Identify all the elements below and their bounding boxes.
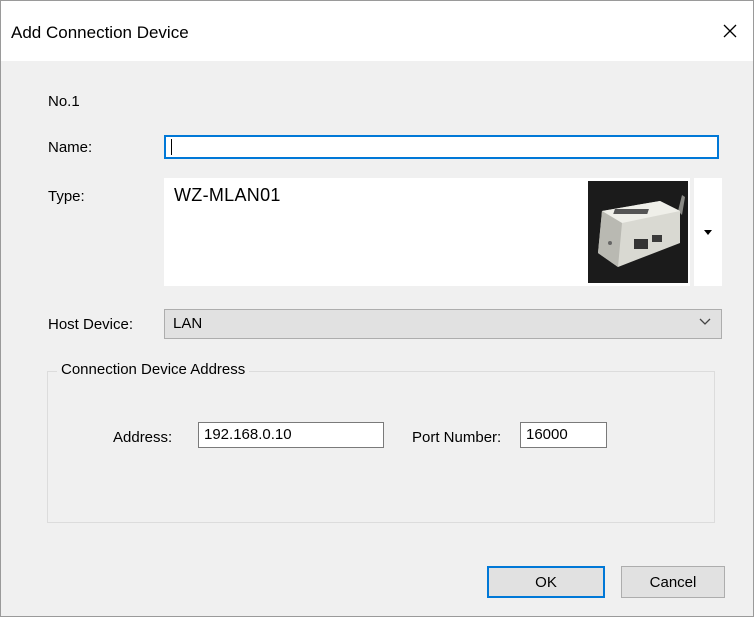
host-device-label: Host Device: bbox=[48, 316, 134, 333]
close-button[interactable] bbox=[707, 1, 753, 61]
text-caret bbox=[171, 139, 172, 155]
type-selector[interactable]: WZ-MLAN01 bbox=[164, 178, 690, 286]
group-title: Connection Device Address bbox=[57, 361, 250, 378]
device-number-label: No.1 bbox=[48, 93, 80, 110]
title-bar: Add Connection Device bbox=[1, 1, 753, 61]
name-label: Name: bbox=[48, 139, 93, 156]
add-connection-device-dialog: Add Connection Device No.1 Name: Type: W… bbox=[0, 0, 754, 617]
type-label: Type: bbox=[48, 188, 85, 205]
type-value: WZ-MLAN01 bbox=[174, 185, 281, 205]
dialog-title: Add Connection Device bbox=[11, 23, 189, 42]
close-icon bbox=[723, 24, 737, 38]
port-number-label: Port Number: bbox=[412, 429, 502, 446]
host-device-select[interactable]: LAN bbox=[164, 309, 722, 339]
device-image bbox=[588, 181, 688, 283]
host-device-value: LAN bbox=[173, 315, 203, 332]
dropdown-arrow-icon bbox=[704, 229, 712, 235]
chevron-down-icon bbox=[699, 318, 711, 325]
name-input[interactable] bbox=[164, 135, 719, 159]
ok-button[interactable]: OK bbox=[487, 566, 605, 598]
cancel-button[interactable]: Cancel bbox=[621, 566, 725, 598]
address-input[interactable]: 192.168.0.10 bbox=[198, 422, 384, 448]
address-label: Address: bbox=[113, 429, 173, 446]
port-number-input[interactable]: 16000 bbox=[520, 422, 607, 448]
type-dropdown-button[interactable] bbox=[694, 178, 722, 286]
